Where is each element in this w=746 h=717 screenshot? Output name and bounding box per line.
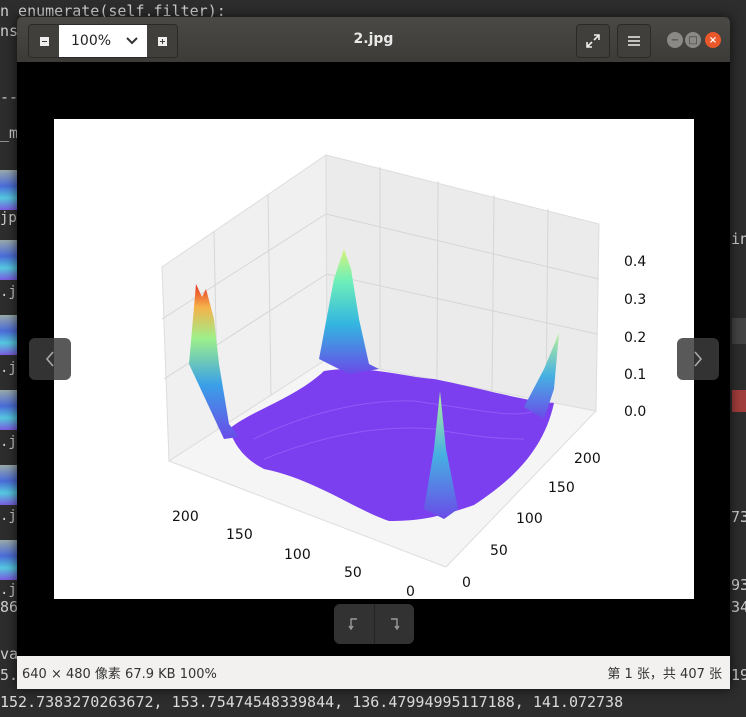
next-image-button[interactable] [677,338,719,380]
displayed-image: 0.4 0.3 0.2 0.1 0.0 200 150 100 50 0 0 5… [54,119,694,599]
terminal-output-line: 152.7383270263672, 153.75474548339844, 1… [0,693,624,711]
z-tick-label: 0.1 [624,367,646,383]
plus-icon [157,36,167,46]
close-button[interactable]: × [705,32,721,48]
fullscreen-icon [586,34,600,48]
surface-plot: 0.4 0.3 0.2 0.1 0.0 200 150 100 50 0 0 5… [161,154,646,599]
x-tick-label: 100 [284,547,311,563]
y-tick-label: 100 [516,511,543,527]
thumbnail[interactable] [0,240,18,280]
terminal-fragment: -- [0,88,19,106]
rotate-left-icon [348,618,357,631]
x-tick-label: 0 [406,584,415,599]
z-tick-label: 0.2 [624,330,646,346]
chevron-left-icon [45,351,54,367]
image-viewer-window: 100% 2.jpg − □ × 0.4 0.3 0.2 0.1 0.0 200… [17,17,730,689]
terminal-fragment: 73 [731,508,746,526]
zoom-level-value: 100% [71,33,112,49]
minus-icon [39,36,49,46]
thumbnail[interactable] [0,315,18,355]
terminal-fragment: 86 [0,598,19,616]
image-position: 第 1 张，共 407 张 [607,667,722,682]
thumbnail[interactable] [0,170,18,210]
rotate-controls [334,604,414,644]
status-bar: 640 × 480 像素 67.9 KB 100% 第 1 张，共 407 张 [17,656,730,689]
rotate-right-button[interactable] [373,604,415,644]
previous-image-button[interactable] [29,338,71,380]
fullscreen-button[interactable] [576,24,610,58]
maximize-icon: □ [688,34,698,46]
zoom-in-button[interactable] [147,25,177,57]
thumbnail[interactable] [0,390,18,430]
terminal-marker [732,318,746,344]
zoom-out-button[interactable] [29,25,59,57]
terminal-fragment: in [731,230,746,248]
terminal-fragment: 93 [731,576,746,594]
image-canvas: 0.4 0.3 0.2 0.1 0.0 200 150 100 50 0 0 5… [17,62,730,656]
hamburger-icon [628,36,640,46]
chevron-down-icon [126,37,138,45]
zoom-level-select[interactable]: 100% [59,25,147,57]
rotate-left-button[interactable] [334,604,374,644]
y-tick-label: 200 [574,451,601,467]
terminal-code-line-2: ns [0,22,19,40]
thumbnail[interactable] [0,540,18,580]
maximize-button[interactable]: □ [685,32,701,48]
z-tick-label: 0.3 [624,292,646,308]
terminal-fragment: 19 [731,666,746,684]
x-tick-label: 50 [344,565,362,581]
z-axis-ticks: 0.4 0.3 0.2 0.1 0.0 [624,254,646,420]
x-tick-label: 150 [226,527,253,543]
close-icon: × [708,34,718,46]
z-tick-label: 0.4 [624,254,646,270]
title-bar: 100% 2.jpg − □ × [17,17,730,62]
terminal-marker [732,390,746,412]
chevron-right-icon [694,351,703,367]
terminal-fragment: 5. [0,666,19,684]
rotate-right-icon [391,618,400,631]
minimize-button[interactable]: − [667,32,683,48]
y-tick-label: 50 [490,543,508,559]
x-tick-label: 200 [172,509,199,525]
z-tick-label: 0.0 [624,404,646,420]
terminal-fragment: _m [0,124,19,142]
y-tick-label: 0 [462,575,471,591]
y-tick-label: 150 [548,480,575,496]
minimize-icon: − [670,34,680,46]
terminal-fragment: va [0,645,19,663]
menu-button[interactable] [617,24,651,58]
thumbnail[interactable] [0,465,18,505]
terminal-fragment: 34 [731,598,746,616]
zoom-controls: 100% [28,24,178,58]
image-info: 640 × 480 像素 67.9 KB 100% [22,667,217,682]
